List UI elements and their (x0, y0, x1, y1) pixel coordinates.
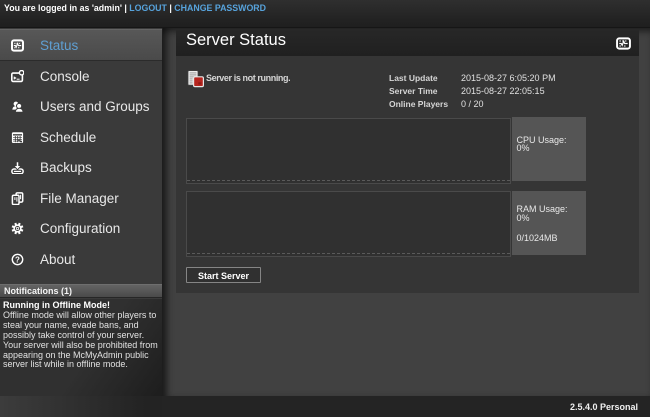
svg-text:?: ? (15, 255, 20, 264)
